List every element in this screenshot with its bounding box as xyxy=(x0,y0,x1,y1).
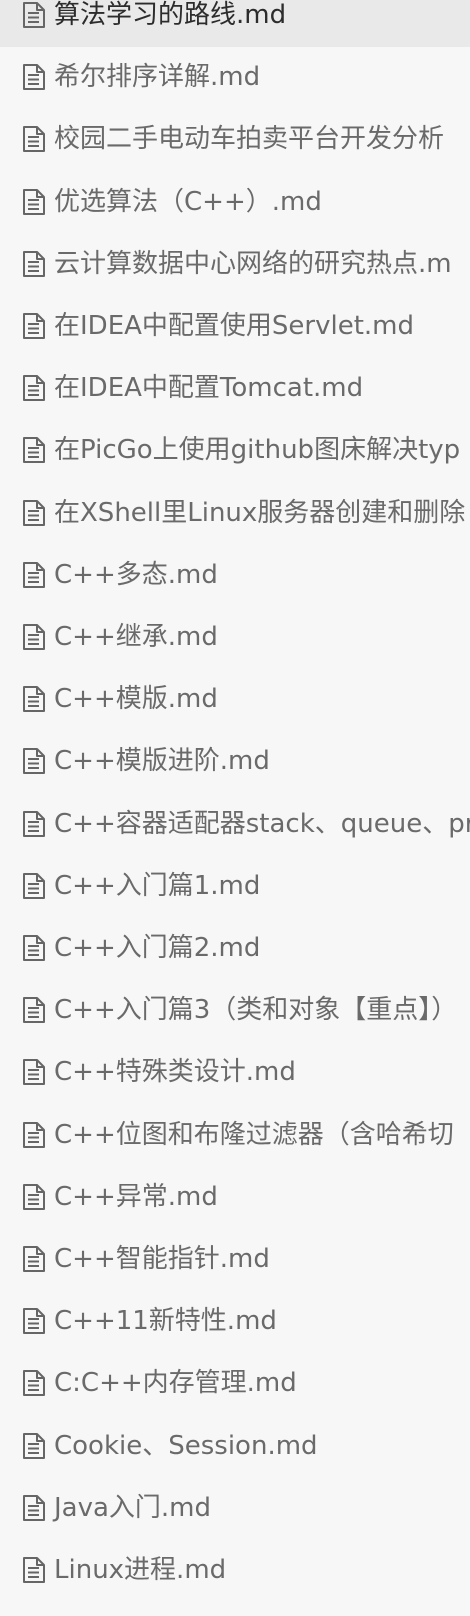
document-icon xyxy=(22,313,46,339)
file-item[interactable]: C++模版.md xyxy=(0,667,470,731)
file-item[interactable]: C++特殊类设计.md xyxy=(0,1040,470,1104)
document-icon xyxy=(22,1370,46,1397)
file-item-label: 云计算数据中心网络的研究热点.m xyxy=(54,248,452,279)
file-item-label: C++模版进阶.md xyxy=(54,746,270,777)
file-item[interactable]: 在IDEA中配置Tomcat.md xyxy=(0,356,470,420)
document-icon xyxy=(22,624,46,650)
file-item[interactable]: 在IDEA中配置使用Servlet.md xyxy=(0,294,470,358)
file-item[interactable]: 在XShell里Linux服务器创建和删除 xyxy=(0,481,470,545)
document-icon xyxy=(22,561,46,588)
file-item[interactable]: C++入门篇3（类和对象【重点】） xyxy=(0,978,470,1042)
file-item[interactable]: C++智能指针.md xyxy=(0,1227,470,1291)
file-item[interactable]: C++入门篇2.md xyxy=(0,916,470,980)
document-icon xyxy=(22,997,46,1024)
file-item-label: 校园二手电动车拍卖平台开发分析 xyxy=(54,124,445,155)
file-item[interactable]: Java入门.md xyxy=(0,1476,470,1540)
document-icon xyxy=(22,1059,46,1086)
file-item-label: Linux进程.md xyxy=(54,1555,227,1585)
document-icon xyxy=(22,499,46,526)
document-icon xyxy=(22,1494,46,1521)
file-item-label: C++入门篇1.md xyxy=(54,870,261,901)
document-icon xyxy=(22,250,46,277)
file-item-label: C++继承.md xyxy=(54,622,218,652)
file-item[interactable]: C++模版进阶.md xyxy=(0,729,470,793)
file-item-label: C++入门篇3（类和对象【重点】） xyxy=(54,995,458,1026)
file-item-label: C++模版.md xyxy=(54,684,218,715)
file-item-label: 在PicGo上使用github图床解决typ xyxy=(54,435,461,466)
document-icon xyxy=(22,686,46,713)
file-item-label: 在IDEA中配置Tomcat.md xyxy=(54,373,364,404)
file-item[interactable]: 优选算法（C++）.md xyxy=(0,170,470,234)
file-item[interactable]: Linux进程.md xyxy=(0,1538,470,1602)
file-item[interactable]: C:C++内存管理.md xyxy=(0,1351,470,1415)
document-icon xyxy=(22,1557,46,1583)
document-icon xyxy=(22,1432,46,1459)
document-icon xyxy=(22,64,46,91)
file-list: 算法学习的路线.md 希尔排序详解.md 校园二手电动车拍卖平台开发分析 优选算法（C… xyxy=(0,0,470,1616)
document-icon xyxy=(22,1246,46,1272)
document-icon xyxy=(22,810,46,837)
file-item[interactable]: C++入门篇1.md xyxy=(0,854,470,918)
file-item-label: C:C++内存管理.md xyxy=(54,1368,297,1399)
document-icon xyxy=(22,1308,46,1335)
file-item-label: 在XShell里Linux服务器创建和删除 xyxy=(54,497,466,528)
file-item-label: 优选算法（C++）.md xyxy=(54,186,322,217)
file-item[interactable]: 校园二手电动车拍卖平台开发分析 xyxy=(0,107,470,171)
file-item-label: C++特殊类设计.md xyxy=(54,1057,296,1088)
file-item[interactable]: 算法学习的路线.md xyxy=(0,0,470,47)
file-item-label: C++异常.md xyxy=(54,1181,218,1212)
file-item[interactable]: C++11新特性.md xyxy=(0,1289,470,1353)
file-item[interactable]: C++多态.md xyxy=(0,543,470,607)
file-item-label: 希尔排序详解.md xyxy=(54,62,261,93)
document-icon xyxy=(22,126,46,153)
file-item-label: C++位图和布隆过滤器（含哈希切 xyxy=(54,1119,454,1150)
file-item[interactable]: C++容器适配器stack、queue、pr xyxy=(0,792,470,856)
document-icon xyxy=(22,437,46,464)
file-item[interactable]: C++继承.md xyxy=(0,605,470,669)
document-icon xyxy=(22,1183,46,1210)
document-icon xyxy=(22,188,46,215)
file-item-label: C++11新特性.md xyxy=(54,1306,277,1337)
file-item[interactable]: 希尔排序详解.md xyxy=(0,45,470,109)
file-item-label: C++容器适配器stack、queue、pr xyxy=(54,808,470,839)
document-icon xyxy=(22,1121,46,1148)
file-item[interactable]: C++异常.md xyxy=(0,1165,470,1229)
file-item-label: C++入门篇2.md xyxy=(54,933,261,963)
document-icon xyxy=(22,748,46,775)
file-item-label: 算法学习的路线.md xyxy=(54,0,287,30)
file-item[interactable]: 云计算数据中心网络的研究热点.m xyxy=(0,232,470,296)
file-item[interactable]: Cookie、Session.md xyxy=(0,1414,470,1478)
file-item[interactable]: C++位图和布隆过滤器（含哈希切 xyxy=(0,1103,470,1167)
document-icon xyxy=(22,935,46,961)
document-icon xyxy=(22,872,46,899)
file-item[interactable]: 在PicGo上使用github图床解决typ xyxy=(0,418,470,482)
file-item-label: 在IDEA中配置使用Servlet.md xyxy=(54,311,414,341)
document-icon xyxy=(22,375,46,402)
file-item-label: C++智能指针.md xyxy=(54,1244,270,1274)
document-icon xyxy=(22,2,46,28)
file-item-label: C++多态.md xyxy=(54,559,218,590)
file-item-label: Cookie、Session.md xyxy=(54,1430,318,1461)
file-item-label: Java入门.md xyxy=(54,1492,212,1523)
